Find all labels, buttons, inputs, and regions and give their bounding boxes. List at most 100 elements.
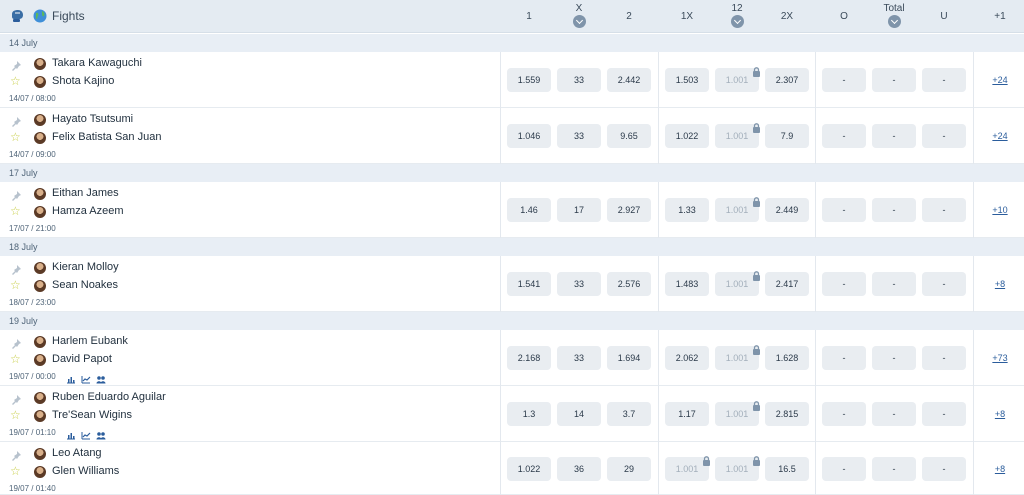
pin-icon[interactable] bbox=[10, 337, 22, 349]
more-markets-link[interactable]: +8 bbox=[980, 279, 1020, 289]
odds-button[interactable]: - bbox=[922, 198, 966, 222]
odds-button[interactable]: - bbox=[922, 124, 966, 148]
more-markets-link[interactable]: +73 bbox=[980, 353, 1020, 363]
odds-button[interactable]: - bbox=[822, 124, 866, 148]
odds-button[interactable]: 1.3 bbox=[507, 402, 551, 426]
star-icon[interactable]: ☆ bbox=[10, 465, 21, 477]
fighter-1-name[interactable]: Harlem Eubank bbox=[52, 335, 128, 347]
odds-button[interactable]: - bbox=[872, 68, 916, 92]
more-markets-link[interactable]: +8 bbox=[980, 464, 1020, 474]
odds-button[interactable]: 2.168 bbox=[507, 346, 551, 370]
more-markets-link[interactable]: +8 bbox=[980, 409, 1020, 419]
odds-button[interactable]: 16.5 bbox=[765, 457, 809, 481]
match-row[interactable]: ☆ Hayato Tsutsumi Felix Batista San Juan 14… bbox=[0, 108, 1024, 164]
fighter-1-name[interactable]: Takara Kawaguchi bbox=[52, 57, 142, 69]
fighter-2-name[interactable]: Tre'Sean Wigins bbox=[52, 409, 132, 421]
line-chart-icon[interactable] bbox=[81, 427, 91, 440]
odds-button[interactable]: 33 bbox=[557, 68, 601, 92]
odds-button[interactable]: 1.022 bbox=[665, 124, 709, 148]
odds-button[interactable]: 2.062 bbox=[665, 346, 709, 370]
odds-button[interactable]: - bbox=[872, 346, 916, 370]
odds-button[interactable]: 1.022 bbox=[507, 457, 551, 481]
odds-button[interactable]: - bbox=[872, 402, 916, 426]
fighter-1-name[interactable]: Leo Atang bbox=[52, 447, 102, 459]
bar-chart-icon[interactable] bbox=[66, 427, 76, 440]
pin-icon[interactable] bbox=[10, 449, 22, 461]
h2h-icon[interactable] bbox=[96, 371, 106, 384]
odds-button[interactable]: 1.33 bbox=[665, 198, 709, 222]
more-markets-link[interactable]: +24 bbox=[980, 75, 1020, 85]
fighter-1-name[interactable]: Hayato Tsutsumi bbox=[52, 113, 133, 125]
odds-button[interactable]: - bbox=[922, 272, 966, 296]
column-header-12[interactable]: 12 bbox=[717, 0, 757, 33]
fighter-2-name[interactable]: Felix Batista San Juan bbox=[52, 131, 161, 143]
odds-button[interactable]: 1.628 bbox=[765, 346, 809, 370]
odds-button[interactable]: - bbox=[922, 346, 966, 370]
odds-button[interactable]: - bbox=[822, 272, 866, 296]
star-icon[interactable]: ☆ bbox=[10, 205, 21, 217]
match-row[interactable]: ☆ Takara Kawaguchi Shota Kajino 14/07 / 08:… bbox=[0, 52, 1024, 108]
odds-button[interactable]: 2.442 bbox=[607, 68, 651, 92]
odds-button[interactable]: - bbox=[922, 457, 966, 481]
odds-button[interactable]: 9.65 bbox=[607, 124, 651, 148]
odds-button[interactable]: 1.46 bbox=[507, 198, 551, 222]
more-markets-link[interactable]: +10 bbox=[980, 205, 1020, 215]
match-row[interactable]: ☆ Eithan James Hamza Azeem 17/07 / 21:00 1.4… bbox=[0, 182, 1024, 238]
pin-icon[interactable] bbox=[10, 115, 22, 127]
odds-button[interactable]: 2.417 bbox=[765, 272, 809, 296]
pin-icon[interactable] bbox=[10, 393, 22, 405]
odds-button[interactable]: 17 bbox=[557, 198, 601, 222]
column-header-x[interactable]: X bbox=[559, 0, 599, 33]
match-row[interactable]: ☆ Leo Atang Glen Williams 19/07 / 01:40 1.02… bbox=[0, 442, 1024, 495]
odds-button[interactable]: - bbox=[872, 124, 916, 148]
odds-button[interactable]: 33 bbox=[557, 346, 601, 370]
odds-button[interactable]: 2.576 bbox=[607, 272, 651, 296]
column-header-total[interactable]: Total bbox=[874, 0, 914, 33]
odds-button[interactable]: 29 bbox=[607, 457, 651, 481]
chevron-down-icon[interactable] bbox=[887, 15, 901, 28]
odds-button[interactable]: 2.815 bbox=[765, 402, 809, 426]
odds-button[interactable]: - bbox=[822, 198, 866, 222]
pin-icon[interactable] bbox=[10, 59, 22, 71]
star-icon[interactable]: ☆ bbox=[10, 131, 21, 143]
odds-button[interactable]: 1.483 bbox=[665, 272, 709, 296]
chevron-down-icon[interactable] bbox=[572, 15, 586, 28]
chevron-down-icon[interactable] bbox=[730, 15, 744, 28]
fighter-2-name[interactable]: Shota Kajino bbox=[52, 75, 114, 87]
match-row[interactable]: ☆ Kieran Molloy Sean Noakes 18/07 / 23:00 1.… bbox=[0, 256, 1024, 312]
match-row[interactable]: ☆ Ruben Eduardo Aguilar Tre'Sean Wigins 19/… bbox=[0, 386, 1024, 442]
odds-button[interactable]: 33 bbox=[557, 124, 601, 148]
odds-button[interactable]: 2.449 bbox=[765, 198, 809, 222]
h2h-icon[interactable] bbox=[96, 427, 106, 440]
match-row[interactable]: ☆ Harlem Eubank David Papot 19/07 / 00:00 2.… bbox=[0, 330, 1024, 386]
globe-icon[interactable] bbox=[32, 8, 48, 24]
fighter-1-name[interactable]: Kieran Molloy bbox=[52, 261, 119, 273]
fighter-2-name[interactable]: Hamza Azeem bbox=[52, 205, 124, 217]
odds-button[interactable]: 1.694 bbox=[607, 346, 651, 370]
star-icon[interactable]: ☆ bbox=[10, 353, 21, 365]
odds-button[interactable]: 1.17 bbox=[665, 402, 709, 426]
fighter-1-name[interactable]: Ruben Eduardo Aguilar bbox=[52, 391, 166, 403]
fighter-2-name[interactable]: David Papot bbox=[52, 353, 112, 365]
odds-button[interactable]: - bbox=[922, 68, 966, 92]
fighter-2-name[interactable]: Glen Williams bbox=[52, 465, 119, 477]
odds-button[interactable]: - bbox=[872, 457, 916, 481]
more-markets-link[interactable]: +24 bbox=[980, 131, 1020, 141]
odds-button[interactable]: 1.559 bbox=[507, 68, 551, 92]
odds-button[interactable]: 14 bbox=[557, 402, 601, 426]
line-chart-icon[interactable] bbox=[81, 371, 91, 384]
odds-button[interactable]: - bbox=[872, 272, 916, 296]
star-icon[interactable]: ☆ bbox=[10, 279, 21, 291]
odds-button[interactable]: 1.046 bbox=[507, 124, 551, 148]
odds-button[interactable]: 1.541 bbox=[507, 272, 551, 296]
odds-button[interactable]: 33 bbox=[557, 272, 601, 296]
odds-button[interactable]: - bbox=[822, 346, 866, 370]
star-icon[interactable]: ☆ bbox=[10, 409, 21, 421]
fighter-2-name[interactable]: Sean Noakes bbox=[52, 279, 118, 291]
odds-button[interactable]: 3.7 bbox=[607, 402, 651, 426]
odds-button[interactable]: 2.307 bbox=[765, 68, 809, 92]
pin-icon[interactable] bbox=[10, 189, 22, 201]
odds-button[interactable]: - bbox=[872, 198, 916, 222]
odds-button[interactable]: - bbox=[822, 68, 866, 92]
odds-button[interactable]: 36 bbox=[557, 457, 601, 481]
